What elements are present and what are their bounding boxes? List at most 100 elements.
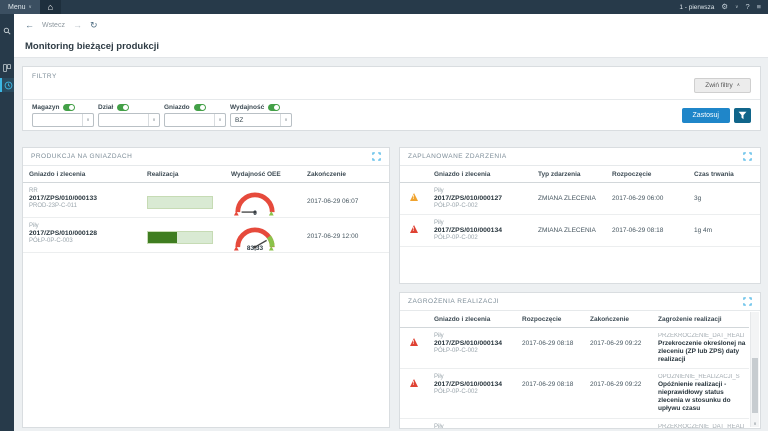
- select-value: [33, 120, 82, 121]
- chevron-down-icon: ∨: [82, 114, 93, 126]
- order-info: Piły 2017/ZPS/010/000134 PÓŁP-0P-C-002: [428, 419, 516, 429]
- events-panel: ZAPLANOWANE ZDARZENIA Gniazdo i zlecenia…: [399, 147, 761, 284]
- order-info: Piły 2017/ZPS/010/000134 PÓŁP-0P-C-002: [428, 328, 516, 369]
- panel-title: PRODUKCJA NA GNIAZDACH: [31, 153, 132, 160]
- risk-code: PRZEKROCZENIE_DAT_REALI: [658, 333, 746, 339]
- chevron-down-icon: ∨: [29, 5, 32, 10]
- gniazdo-toggle[interactable]: [194, 104, 206, 111]
- filters-header: FILTRY Zwiń filtry ∧: [23, 67, 760, 100]
- collapse-filters-button[interactable]: Zwiń filtry ∧: [694, 78, 751, 93]
- forward-arrow-icon[interactable]: →: [73, 21, 82, 30]
- select-value: BZ: [231, 117, 280, 124]
- filters-actions: Zastosuj: [682, 108, 751, 123]
- main-area: ← Wstecz → ↻ Monitoring bieżącej produkc…: [14, 14, 768, 431]
- start-date: 2017-06-29 08:18: [516, 419, 584, 429]
- select-value: [165, 120, 214, 121]
- chevron-up-icon: ∧: [737, 83, 740, 88]
- sidebar-item-dashboard[interactable]: [0, 61, 14, 75]
- panel-title: ZAGROŻENIA REALIZACJI: [408, 298, 499, 305]
- gniazdo-select[interactable]: ∨: [164, 113, 226, 127]
- resource-code: PÓŁP-0P-C-002: [434, 235, 529, 241]
- filter-group-dzial: Dział ∨: [98, 104, 160, 127]
- help-icon[interactable]: ?: [745, 3, 749, 11]
- warning-triangle-icon: [410, 193, 418, 201]
- expand-button[interactable]: [372, 152, 381, 161]
- home-tab[interactable]: ⌂: [40, 0, 61, 14]
- column-header: Realizacja: [141, 166, 225, 183]
- column-header: Zakończenie: [584, 311, 652, 328]
- column-header: Zagrożenie realizacji: [652, 311, 749, 328]
- gear-icon[interactable]: ⚙: [721, 3, 728, 11]
- apply-button[interactable]: Zastosuj: [682, 108, 730, 123]
- realization-bar: [147, 231, 213, 244]
- duration: 1g 4m: [688, 215, 760, 247]
- column-header-spacer: [400, 311, 428, 328]
- scrollbar[interactable]: ∨: [750, 312, 759, 427]
- workcenter-label: RR: [29, 188, 138, 194]
- warning-triangle-icon: [410, 338, 418, 346]
- end-date: 2017-06-29 09:22: [584, 419, 652, 429]
- filter-group-magazyn: Magazyn ∨: [32, 104, 94, 127]
- column-header: Typ zdarzenia: [532, 166, 606, 183]
- magazyn-select[interactable]: ∨: [32, 113, 94, 127]
- dzial-toggle[interactable]: [117, 104, 129, 111]
- event-type: ZMIANA ZLECENIA: [532, 183, 606, 215]
- workcenter-label: Piły: [434, 188, 529, 194]
- filter-funnel-button[interactable]: [734, 108, 751, 123]
- order-number: 2017/ZPS/010/000134: [434, 381, 513, 388]
- severity-cell: [400, 328, 428, 369]
- filter-label: Wydajność: [230, 104, 264, 111]
- resource-code: PÓŁP-0P-C-002: [434, 348, 513, 354]
- expand-icon: [743, 297, 752, 306]
- severity-cell: [400, 183, 428, 215]
- order-number: 2017/ZPS/010/000127: [434, 195, 529, 202]
- refresh-icon[interactable]: ↻: [90, 21, 98, 30]
- wydajnosc-select[interactable]: BZ ∨: [230, 113, 292, 127]
- hamburger-icon[interactable]: ≡: [757, 3, 761, 11]
- column-header: Wydajność OEE: [225, 166, 301, 183]
- column-header: Gniazdo i zlecenia: [428, 311, 516, 328]
- expand-button[interactable]: [743, 297, 752, 306]
- back-arrow-icon[interactable]: ←: [25, 21, 34, 30]
- scrollbar-thumb[interactable]: [752, 358, 758, 413]
- user-label[interactable]: 1 - pierwsza: [679, 4, 714, 11]
- risk-info: PRZEKROCZENIE_DAT_REALI Przekroczenie ok…: [652, 419, 749, 429]
- wydajnosc-toggle[interactable]: [268, 104, 280, 111]
- funnel-icon: [738, 111, 747, 120]
- realization-cell: [141, 183, 225, 218]
- workcenter-label: Piły: [434, 424, 513, 429]
- order-info: Piły 2017/ZPS/010/000127 PÓŁP-0P-C-002: [428, 183, 532, 215]
- dzial-select[interactable]: ∨: [98, 113, 160, 127]
- columns-icon: [3, 64, 11, 72]
- risk-description: Opóźnienie realizacji - nieprawidłowy st…: [658, 381, 746, 412]
- order-number: 2017/ZPS/010/000134: [434, 340, 513, 347]
- realization-bar-fill: [148, 232, 177, 243]
- search-icon: [3, 27, 11, 35]
- menu-button[interactable]: Menu ∨: [0, 0, 40, 14]
- home-icon: ⌂: [48, 2, 53, 12]
- filter-label: Gniazdo: [164, 104, 190, 111]
- risk-info: OPÓŹNIENIE_REALIZACJI_S Opóźnienie reali…: [652, 369, 749, 418]
- scroll-down-icon[interactable]: ∨: [751, 422, 759, 427]
- start-date: 2017-06-29 08:18: [606, 215, 688, 247]
- workcenter-label: Piły: [434, 220, 529, 226]
- magazyn-toggle[interactable]: [63, 104, 75, 111]
- column-header: Rozpoczęcie: [606, 166, 688, 183]
- chevron-down-icon: ∨: [280, 114, 291, 126]
- chevron-down-icon: ∨: [214, 114, 225, 126]
- toggle-knob: [274, 105, 279, 110]
- title-row: Monitoring bieżącej produkcji: [14, 36, 768, 58]
- panels-row: PRODUKCJA NA GNIAZDACH Gniazdo i zleceni…: [22, 147, 761, 429]
- risk-code: PRZEKROCZENIE_DAT_REALI: [658, 424, 746, 429]
- end-date: 2017-06-29 12:00: [301, 218, 389, 253]
- workcenter-label: Piły: [29, 223, 138, 229]
- severity-cell: [400, 369, 428, 418]
- sidebar-item-monitoring[interactable]: [0, 78, 14, 92]
- column-header: Gniazdo i zlecenia: [428, 166, 532, 183]
- resource-code: PÓŁP-0P-C-002: [434, 389, 513, 395]
- toggle-knob: [200, 105, 205, 110]
- back-label[interactable]: Wstecz: [42, 22, 65, 29]
- sidebar-item-search[interactable]: [0, 24, 14, 38]
- expand-button[interactable]: [743, 152, 752, 161]
- expand-icon: [743, 152, 752, 161]
